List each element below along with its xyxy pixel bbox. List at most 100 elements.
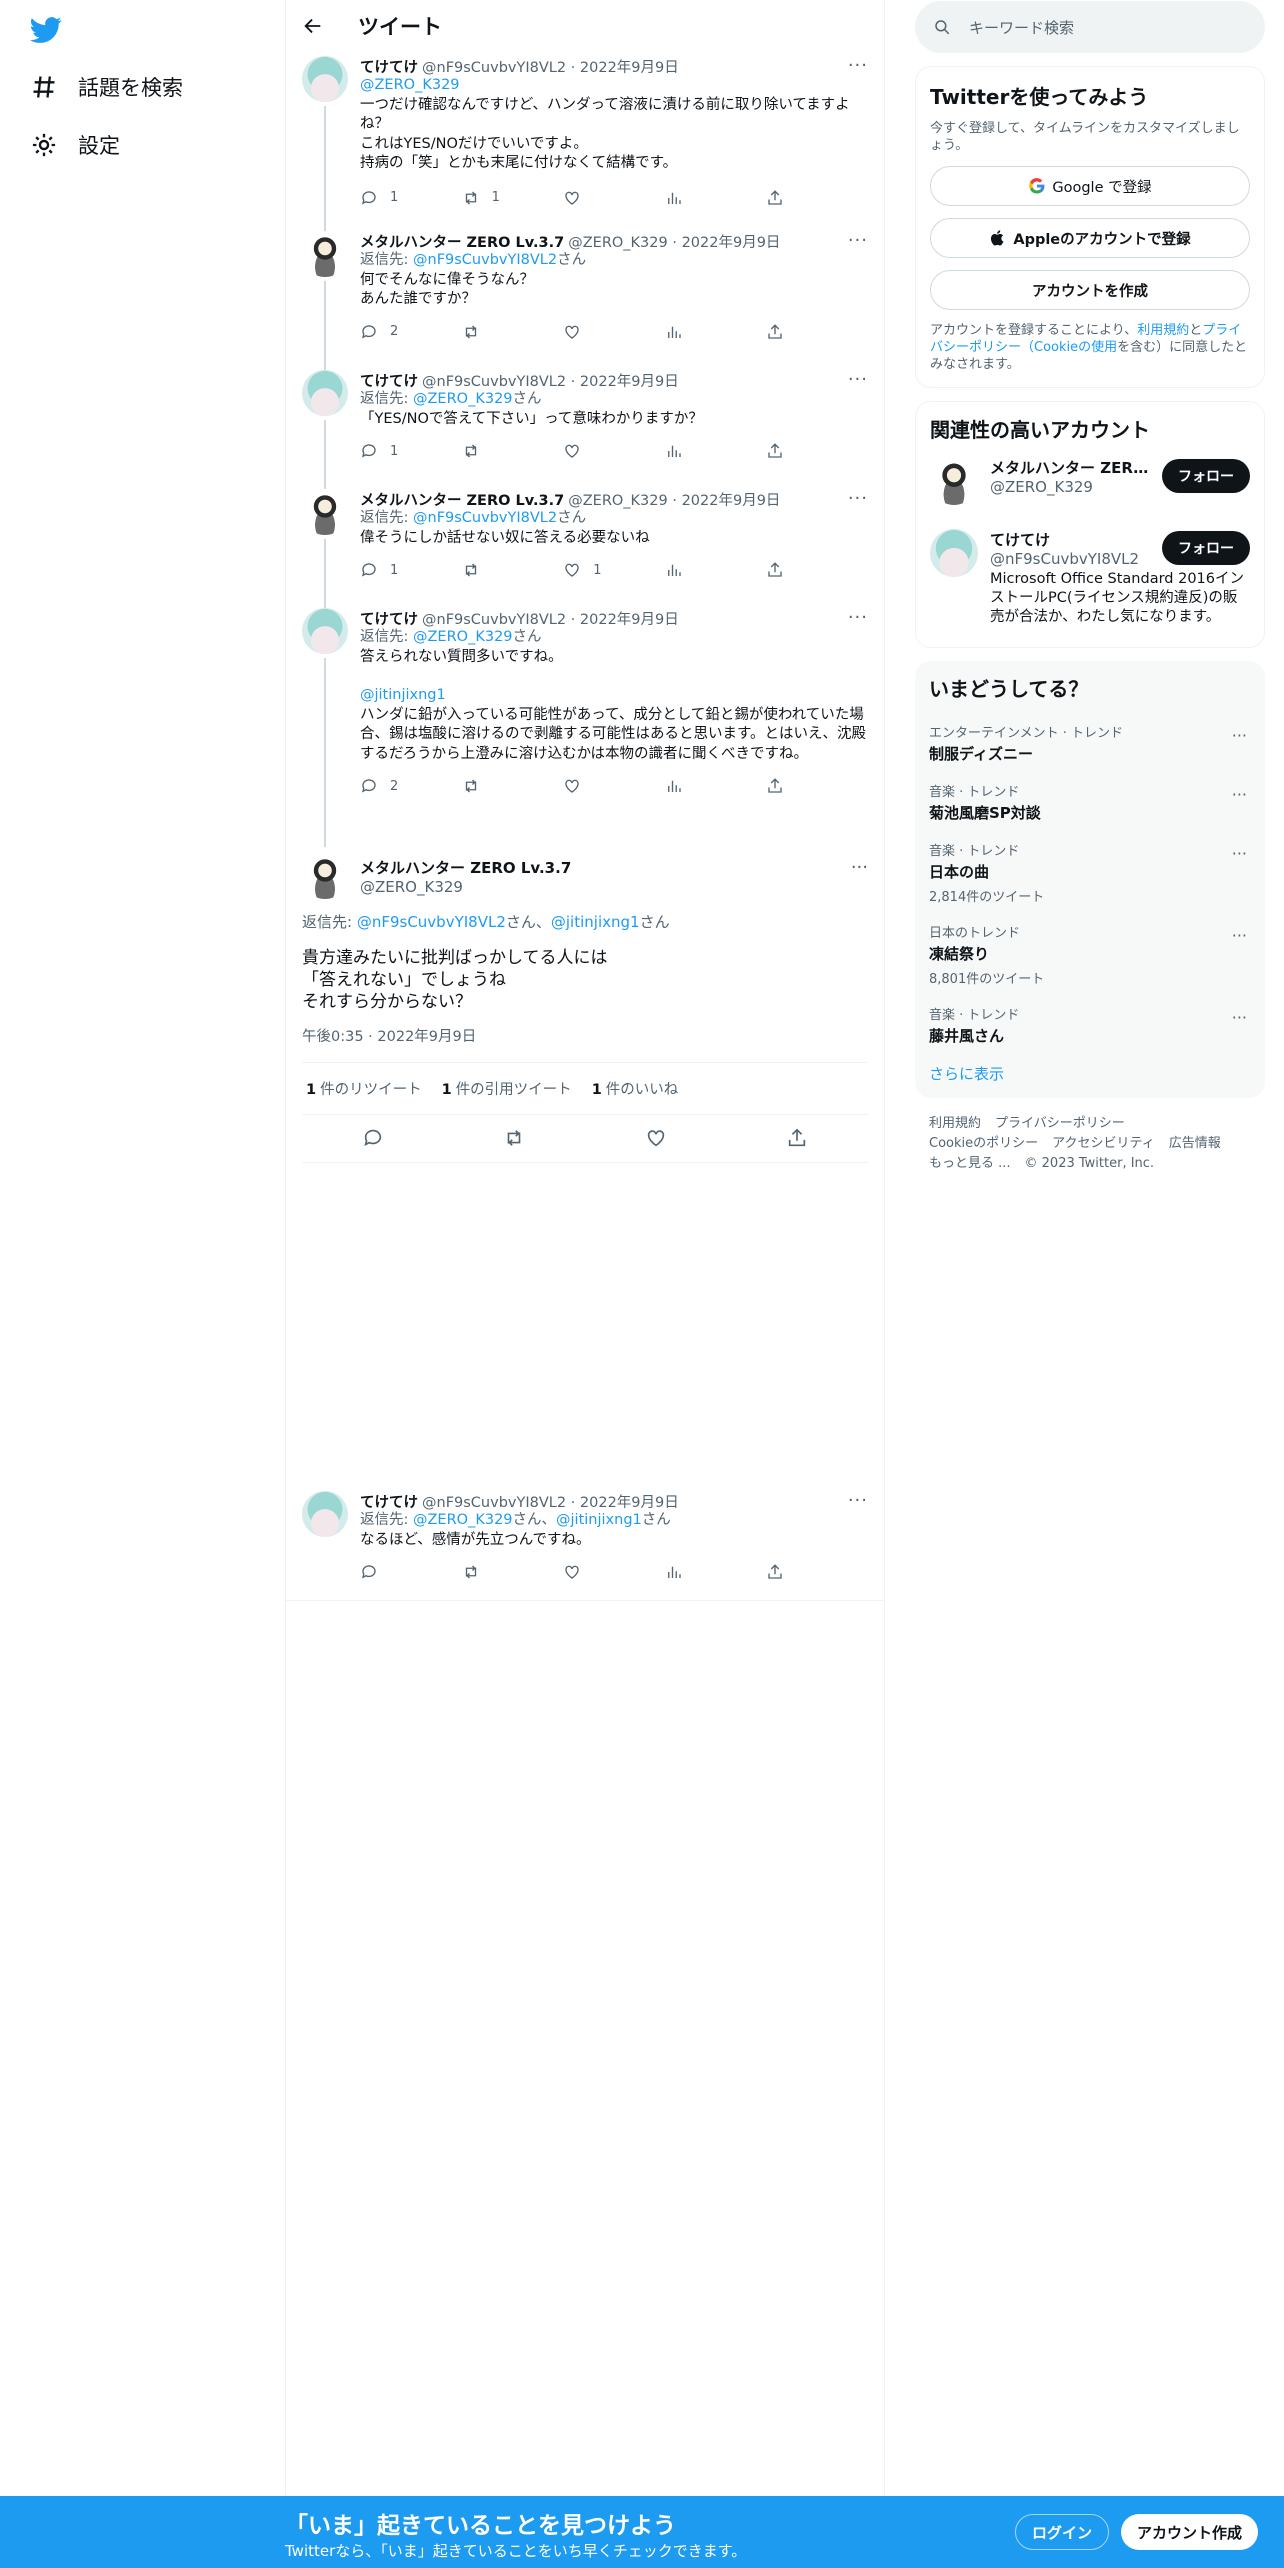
trend-item[interactable]: 日本のトレンド 凍結祭り 8,801件のツイート ··· xyxy=(929,914,1251,996)
mention-link[interactable]: @jitinjixng1 xyxy=(551,913,640,931)
analytics-button[interactable] xyxy=(665,323,767,341)
author-meta[interactable]: @nF9sCuvbvYI8VL2 · 2022年9月9日 xyxy=(422,608,679,629)
analytics-button[interactable] xyxy=(665,777,767,795)
more-icon[interactable]: ··· xyxy=(851,857,868,878)
author-handle[interactable]: @ZERO_K329 xyxy=(360,878,571,896)
avatar[interactable] xyxy=(302,370,348,416)
mention-link[interactable]: @ZERO_K329 xyxy=(413,391,513,407)
like-button[interactable] xyxy=(563,1563,665,1581)
mention-link[interactable]: @nF9sCuvbvYI8VL2 xyxy=(413,252,557,268)
avatar[interactable] xyxy=(302,608,348,654)
heart-icon[interactable] xyxy=(645,1127,667,1149)
analytics-button[interactable] xyxy=(665,442,767,460)
retweet-button[interactable] xyxy=(462,561,564,579)
mention-link[interactable]: @nF9sCuvbvYI8VL2 xyxy=(357,913,506,931)
like-button[interactable] xyxy=(563,323,665,341)
more-icon[interactable]: ··· xyxy=(848,609,868,627)
analytics-button[interactable] xyxy=(665,1563,767,1581)
avatar[interactable] xyxy=(930,457,978,505)
author-meta[interactable]: @nF9sCuvbvYI8VL2 · 2022年9月9日 xyxy=(422,370,679,391)
author-name[interactable]: メタルハンター ZERO Lv.3.7 xyxy=(360,231,564,252)
login-button[interactable]: ログイン xyxy=(1015,2514,1110,2550)
reply-button[interactable]: 2 xyxy=(360,323,462,341)
like-stat[interactable]: 1 件のいいね xyxy=(592,1078,679,1099)
author-name[interactable]: てけてけ xyxy=(360,608,418,629)
share-button[interactable] xyxy=(766,323,868,341)
retweet-button[interactable]: 1 xyxy=(462,189,564,207)
account-name[interactable]: メタルハンター ZER... xyxy=(990,457,1150,478)
share-button[interactable] xyxy=(766,561,868,579)
avatar[interactable] xyxy=(302,489,348,535)
avatar[interactable] xyxy=(302,231,348,277)
thread-tweet[interactable]: てけてけ @nF9sCuvbvYI8VL2 · 2022年9月9日 ··· @ZER… xyxy=(286,52,884,233)
author-name[interactable]: メタルハンター ZERO Lv.3.7 xyxy=(360,489,564,510)
apple-signup-button[interactable]: Appleのアカウントで登録 xyxy=(930,218,1250,258)
more-icon[interactable]: ··· xyxy=(1232,844,1247,863)
analytics-button[interactable] xyxy=(665,189,767,207)
create-account-button[interactable]: アカウントを作成 xyxy=(930,270,1250,310)
author-name[interactable]: メタルハンター ZERO Lv.3.7 xyxy=(360,857,571,878)
related-account[interactable]: メタルハンター ZER... @ZERO_K329 フォロー xyxy=(930,457,1250,519)
back-arrow-icon[interactable] xyxy=(302,15,324,37)
author-meta[interactable]: @ZERO_K329 · 2022年9月9日 xyxy=(568,489,780,510)
more-icon[interactable]: ··· xyxy=(848,490,868,508)
twitter-logo-icon[interactable] xyxy=(30,14,66,44)
footer-terms[interactable]: 利用規約 xyxy=(929,1116,981,1131)
share-button[interactable] xyxy=(766,1563,868,1581)
terms-link[interactable]: 利用規約 xyxy=(1137,323,1189,338)
share-icon[interactable] xyxy=(786,1127,808,1149)
more-icon[interactable]: ··· xyxy=(848,1492,868,1510)
account-name[interactable]: てけてけ xyxy=(990,529,1150,550)
avatar[interactable] xyxy=(302,56,348,102)
reply-icon[interactable] xyxy=(362,1127,384,1149)
footer-accessibility[interactable]: アクセシビリティ xyxy=(1052,1136,1155,1151)
author-meta[interactable]: @ZERO_K329 · 2022年9月9日 xyxy=(568,231,780,252)
reply-tweet[interactable]: てけてけ @nF9sCuvbvYI8VL2 · 2022年9月9日 ··· 返信先:… xyxy=(286,1487,884,1601)
author-name[interactable]: てけてけ xyxy=(360,56,418,77)
show-more-link[interactable]: さらに表示 xyxy=(929,1055,1251,1084)
retweet-icon[interactable] xyxy=(503,1127,525,1149)
quote-stat[interactable]: 1 件の引用ツイート xyxy=(442,1078,572,1099)
trend-item[interactable]: 音楽 · トレンド 藤井風さん ··· xyxy=(929,996,1251,1055)
mention-link[interactable]: @jitinjixng1 xyxy=(360,687,446,703)
thread-tweet[interactable]: てけてけ @nF9sCuvbvYI8VL2 · 2022年9月9日 ··· 返信先:… xyxy=(286,604,884,847)
nav-explore[interactable]: 話題を検索 xyxy=(30,62,183,112)
more-icon[interactable]: ··· xyxy=(848,232,868,250)
like-button[interactable] xyxy=(563,777,665,795)
more-icon[interactable]: ··· xyxy=(1232,726,1247,745)
like-button[interactable] xyxy=(563,442,665,460)
trend-item[interactable]: 音楽 · トレンド 菊池風磨SP対談 ··· xyxy=(929,773,1251,832)
trend-item[interactable]: エンターテインメント · トレンド 制服ディズニー ··· xyxy=(929,714,1251,773)
retweet-button[interactable] xyxy=(462,777,564,795)
like-button[interactable]: 1 xyxy=(563,561,665,579)
reply-button[interactable]: 1 xyxy=(360,189,462,207)
retweet-button[interactable] xyxy=(462,1563,564,1581)
mention-link[interactable]: @ZERO_K329 xyxy=(413,1512,513,1528)
more-icon[interactable]: ··· xyxy=(1232,926,1247,945)
retweet-button[interactable] xyxy=(462,442,564,460)
author-name[interactable]: てけてけ xyxy=(360,370,418,391)
thread-tweet[interactable]: メタルハンター ZERO Lv.3.7 @ZERO_K329 · 2022年9月9… xyxy=(286,227,884,372)
like-button[interactable] xyxy=(563,189,665,207)
avatar[interactable] xyxy=(930,529,978,577)
share-button[interactable] xyxy=(766,189,868,207)
mention-link[interactable]: @jitinjixng1 xyxy=(556,1512,642,1528)
trend-item[interactable]: 音楽 · トレンド 日本の曲 2,814件のツイート ··· xyxy=(929,832,1251,914)
avatar[interactable] xyxy=(302,1491,348,1537)
reply-button[interactable]: 1 xyxy=(360,561,462,579)
reply-button[interactable]: 2 xyxy=(360,777,462,795)
analytics-button[interactable] xyxy=(665,561,767,579)
follow-button[interactable]: フォロー xyxy=(1162,531,1250,565)
more-icon[interactable]: ··· xyxy=(848,57,868,75)
footer-privacy[interactable]: プライバシーポリシー xyxy=(995,1116,1125,1131)
more-icon[interactable]: ··· xyxy=(848,371,868,389)
avatar[interactable] xyxy=(302,853,348,899)
footer-more[interactable]: もっと見る ... xyxy=(929,1156,1011,1171)
share-button[interactable] xyxy=(766,777,868,795)
footer-cookie[interactable]: Cookieのポリシー xyxy=(929,1136,1038,1151)
retweet-stat[interactable]: 1 件のリツイート xyxy=(306,1078,422,1099)
more-icon[interactable]: ··· xyxy=(1232,1008,1247,1027)
share-button[interactable] xyxy=(766,442,868,460)
nav-settings[interactable]: 設定 xyxy=(30,120,120,170)
footer-ads[interactable]: 広告情報 xyxy=(1169,1136,1221,1151)
